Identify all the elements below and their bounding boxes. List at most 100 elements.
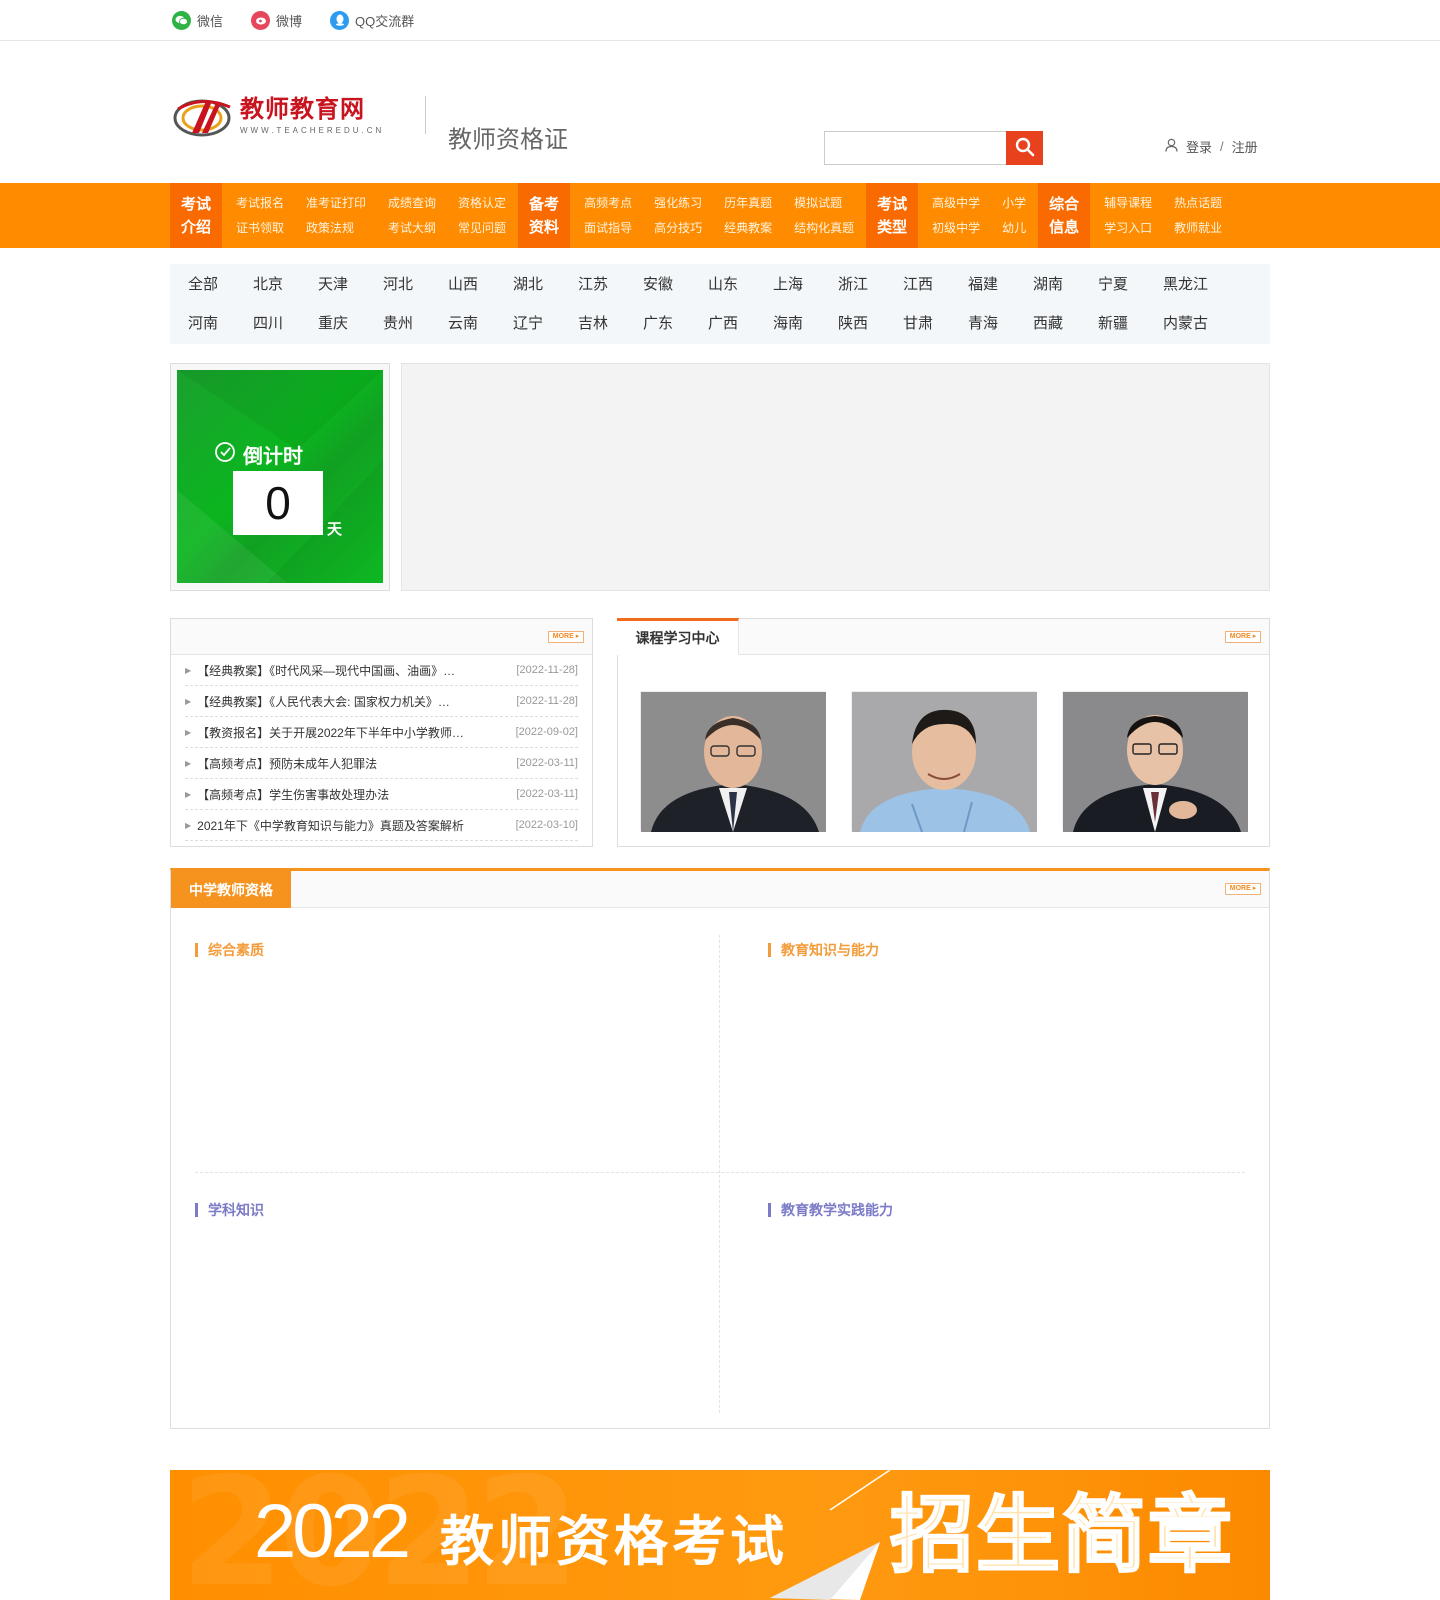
news-item[interactable]: ▶ 【教资报名】关于开展2022年下半年中小学教师… [2022-09-02] bbox=[185, 717, 578, 748]
news-more-link[interactable]: MORE ▸ bbox=[548, 631, 584, 643]
nav-link[interactable]: 成绩查询 bbox=[388, 193, 436, 214]
province-link[interactable]: 福建 bbox=[968, 274, 1033, 305]
province-link[interactable]: 上海 bbox=[773, 274, 838, 305]
province-link[interactable]: 江苏 bbox=[578, 274, 643, 305]
register-link[interactable]: 注册 bbox=[1232, 137, 1258, 156]
nav-link[interactable]: 经典教案 bbox=[724, 218, 772, 239]
province-link[interactable]: 内蒙古 bbox=[1163, 313, 1228, 344]
province-link[interactable]: 辽宁 bbox=[513, 313, 578, 344]
login-separator: / bbox=[1220, 139, 1224, 154]
nav-link[interactable]: 常见问题 bbox=[458, 218, 506, 239]
nav-link[interactable]: 准考证打印 bbox=[306, 193, 366, 214]
province-link[interactable]: 河北 bbox=[383, 274, 448, 305]
subcategory-xueke[interactable]: 学科知识 bbox=[195, 1200, 264, 1220]
countdown-widget: 倒计时 0 天 bbox=[170, 363, 390, 591]
nav-category-label: 备考 bbox=[529, 195, 560, 213]
nav-link[interactable]: 考试报名 bbox=[236, 193, 284, 214]
nav-link[interactable]: 历年真题 bbox=[724, 193, 772, 214]
province-link[interactable]: 安徽 bbox=[643, 274, 708, 305]
province-link[interactable]: 甘肃 bbox=[903, 313, 968, 344]
province-link[interactable]: 江西 bbox=[903, 274, 968, 305]
nav-link[interactable]: 学习入口 bbox=[1104, 218, 1152, 239]
nav-link[interactable]: 结构化真题 bbox=[794, 218, 854, 239]
province-link[interactable]: 湖南 bbox=[1033, 274, 1098, 305]
nav-link[interactable]: 面试指导 bbox=[584, 218, 632, 239]
news-date: [2022-03-11] bbox=[516, 788, 578, 800]
nav-link[interactable]: 初级中学 bbox=[932, 218, 980, 239]
site-logo[interactable]: 教师教育网 WWW.TEACHEREDU.CN bbox=[172, 91, 397, 139]
nav-category[interactable]: 考试 介绍 bbox=[170, 183, 222, 248]
countdown-panel: 倒计时 0 天 bbox=[177, 370, 383, 583]
section-vertical-divider bbox=[719, 935, 720, 1413]
province-link[interactable]: 海南 bbox=[773, 313, 838, 344]
province-link[interactable]: 青海 bbox=[968, 313, 1033, 344]
subcategory-jiaoyu[interactable]: 教育知识与能力 bbox=[768, 940, 879, 960]
province-link[interactable]: 新疆 bbox=[1098, 313, 1163, 344]
nav-category[interactable]: 考试 类型 bbox=[866, 183, 919, 248]
user-icon bbox=[1165, 138, 1178, 155]
nav-category[interactable]: 综合 信息 bbox=[1038, 183, 1091, 248]
province-link[interactable]: 宁夏 bbox=[1098, 274, 1163, 305]
news-item[interactable]: ▶ 2021年下《中学教育知识与能力》真题及答案解析 [2022-03-10] bbox=[185, 810, 578, 841]
news-item[interactable]: ▶ 【经典教案】《人民代表大会: 国家权力机关》… [2022-11-28] bbox=[185, 686, 578, 717]
province-link[interactable]: 陕西 bbox=[838, 313, 903, 344]
nav-link[interactable]: 高级中学 bbox=[932, 193, 980, 214]
province-link[interactable]: 河南 bbox=[188, 313, 253, 344]
news-item[interactable]: ▶ 【经典教案】《时代风采—现代中国画、油画》… [2022-11-28] bbox=[185, 655, 578, 686]
nav-link[interactable]: 小学 bbox=[1002, 193, 1026, 214]
title-bar bbox=[195, 1203, 198, 1217]
nav-link[interactable]: 证书领取 bbox=[236, 218, 284, 239]
province-link[interactable]: 天津 bbox=[318, 274, 383, 305]
qq-group-link[interactable]: QQ交流群 bbox=[330, 10, 414, 30]
search-button[interactable] bbox=[1006, 131, 1043, 165]
subcategory-shijian[interactable]: 教育教学实践能力 bbox=[768, 1200, 893, 1220]
wechat-link[interactable]: 微信 bbox=[172, 10, 223, 30]
nav-link[interactable]: 辅导课程 bbox=[1104, 193, 1152, 214]
province-link[interactable]: 四川 bbox=[253, 313, 318, 344]
province-link[interactable]: 广西 bbox=[708, 313, 773, 344]
nav-category[interactable]: 备考 资料 bbox=[518, 183, 571, 248]
nav-link[interactable]: 高频考点 bbox=[584, 193, 632, 214]
nav-link[interactable]: 幼儿 bbox=[1002, 218, 1026, 239]
province-link[interactable]: 全部 bbox=[188, 274, 253, 305]
news-item[interactable]: ▶ 【高频考点】学生伤害事故处理办法 [2022-03-11] bbox=[185, 779, 578, 810]
province-link[interactable]: 山西 bbox=[448, 274, 513, 305]
teacher-card[interactable] bbox=[640, 691, 826, 832]
nav-category-label: 类型 bbox=[877, 218, 908, 236]
subcategory-zonghe[interactable]: 综合素质 bbox=[195, 940, 264, 960]
teacher-card[interactable] bbox=[851, 691, 1037, 832]
province-link[interactable]: 北京 bbox=[253, 274, 318, 305]
province-link[interactable]: 湖北 bbox=[513, 274, 578, 305]
search-input[interactable] bbox=[824, 131, 1006, 165]
province-link[interactable]: 浙江 bbox=[838, 274, 903, 305]
nav-link[interactable]: 模拟试题 bbox=[794, 193, 854, 214]
nav-link[interactable]: 热点话题 bbox=[1174, 193, 1222, 214]
search-bar bbox=[824, 131, 1043, 165]
province-link[interactable]: 贵州 bbox=[383, 313, 448, 344]
nav-link[interactable]: 强化练习 bbox=[654, 193, 702, 214]
section-more-link[interactable]: MORE ▸ bbox=[1225, 883, 1261, 895]
province-link[interactable]: 西藏 bbox=[1033, 313, 1098, 344]
nav-link[interactable]: 教师就业 bbox=[1174, 218, 1222, 239]
province-link[interactable]: 重庆 bbox=[318, 313, 383, 344]
weibo-link[interactable]: 微博 bbox=[251, 10, 302, 30]
province-link[interactable]: 云南 bbox=[448, 313, 513, 344]
enrollment-banner[interactable]: 2022 2022 教师资格考试 招生简章 bbox=[170, 1470, 1270, 1600]
section-tab[interactable]: 中学教师资格 bbox=[171, 871, 291, 908]
province-link[interactable]: 广东 bbox=[643, 313, 708, 344]
nav-link[interactable]: 政策法规 bbox=[306, 218, 366, 239]
province-link[interactable]: 黑龙江 bbox=[1163, 274, 1228, 305]
province-link[interactable]: 吉林 bbox=[578, 313, 643, 344]
teacher-card[interactable] bbox=[1062, 691, 1248, 832]
province-filter: 全部 北京 天津 河北 山西 湖北 江苏 安徽 山东 上海 浙江 江西 福建 湖南 宁夏 黑龙江河南 四川 重庆贵… bbox=[170, 264, 1270, 344]
course-more-link[interactable]: MORE ▸ bbox=[1225, 631, 1261, 643]
site-header: 教师教育网 WWW.TEACHEREDU.CN 教师资格证 登录 / 注册 bbox=[0, 41, 1440, 183]
nav-link[interactable]: 高分技巧 bbox=[654, 218, 702, 239]
login-link[interactable]: 登录 bbox=[1186, 137, 1212, 156]
province-link[interactable]: 山东 bbox=[708, 274, 773, 305]
news-item[interactable]: ▶ 【高频考点】预防未成年人犯罪法 [2022-03-11] bbox=[185, 748, 578, 779]
course-panel-header: 课程学习中心 MORE ▸ bbox=[617, 618, 1269, 655]
nav-link[interactable]: 资格认定 bbox=[458, 193, 506, 214]
course-tab[interactable]: 课程学习中心 bbox=[617, 618, 739, 655]
nav-link[interactable]: 考试大纲 bbox=[388, 218, 436, 239]
